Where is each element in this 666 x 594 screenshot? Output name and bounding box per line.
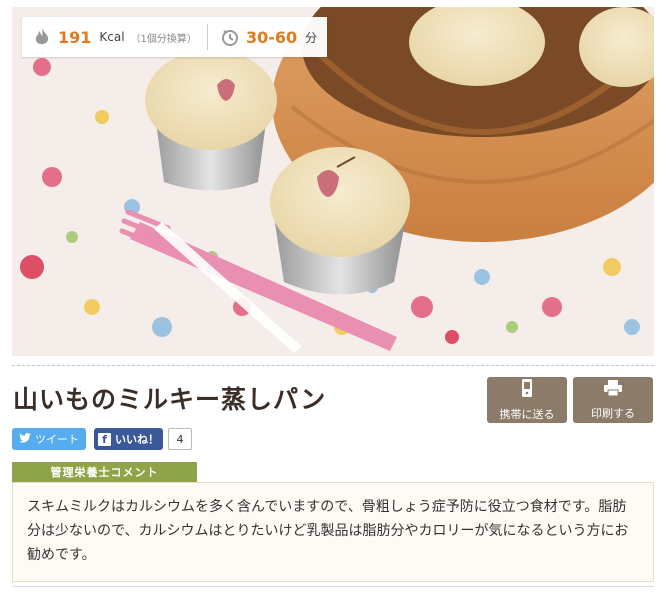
bottom-divider — [12, 586, 654, 587]
recipe-photo-illustration — [12, 7, 654, 356]
comment-heading: 管理栄養士コメント — [12, 462, 197, 482]
mobile-phone-icon — [520, 378, 534, 402]
like-count: 4 — [168, 428, 192, 450]
title-divider — [12, 365, 654, 366]
flame-icon — [30, 27, 54, 47]
print-button[interactable]: 印刷する — [573, 377, 653, 423]
recipe-photo: 191 Kcal （1個分換算） 30-60 分 — [12, 7, 654, 356]
printer-icon — [603, 379, 623, 401]
like-label: いいね！ — [115, 433, 159, 446]
send-to-mobile-label: 携帯に送る — [499, 408, 555, 421]
comment-body: スキムミルクはカルシウムを多く含んでいますので、骨粗しょう症予防に役立つ食材です… — [12, 482, 654, 582]
facebook-like-button[interactable]: f いいね！ — [94, 428, 163, 450]
time-value: 30-60 — [245, 27, 298, 47]
tweet-label: ツイート — [35, 433, 79, 446]
send-to-mobile-button[interactable]: 携帯に送る — [487, 377, 567, 423]
kcal-unit: Kcal — [99, 30, 125, 44]
kcal-value: 191 — [58, 27, 92, 47]
facebook-icon: f — [98, 432, 111, 446]
timer-icon — [218, 28, 242, 46]
time-unit: 分 — [305, 30, 318, 45]
nutrition-badge: 191 Kcal （1個分換算） 30-60 分 — [22, 17, 328, 57]
twitter-bird-icon — [19, 432, 31, 446]
kcal-note: （1個分換算） — [130, 33, 197, 45]
badge-separator — [206, 24, 208, 50]
tweet-button[interactable]: ツイート — [12, 428, 86, 450]
page-title: 山いものミルキー蒸しパン — [13, 385, 327, 414]
print-label: 印刷する — [591, 407, 635, 420]
